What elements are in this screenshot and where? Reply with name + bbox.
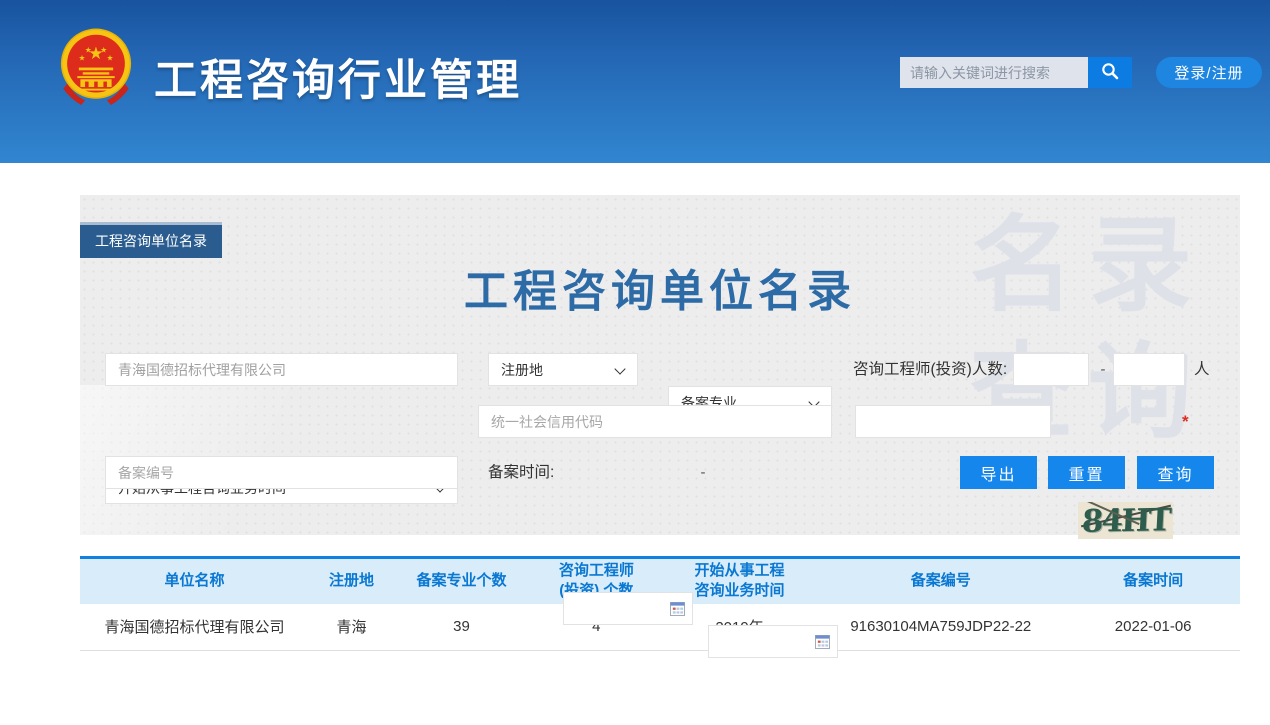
record-time-label: 备案时间: [488,456,554,489]
table-cell: 青海国德招标代理有限公司 [80,604,309,651]
column-header: 备案编号 [815,558,1066,604]
search-input[interactable] [900,57,1088,88]
column-header: 注册地 [309,558,394,604]
site-title: 工程咨询行业管理 [154,46,522,108]
table-cell: 2022-01-06 [1066,604,1240,651]
svg-text:★: ★ [85,46,92,55]
captcha-input[interactable] [855,405,1051,438]
national-emblem-icon: ★ ★ ★ ★ ★ [57,26,135,106]
reset-button[interactable]: 重置 [1048,456,1125,489]
page-title: 工程咨询单位名录 [80,255,1240,319]
record-time-start-picker [563,592,693,625]
column-header: 单位名称 [80,558,309,604]
range-separator: - [1096,353,1110,386]
engineer-count-max-input[interactable] [1113,353,1185,386]
people-unit-label: 人 [1194,353,1210,386]
export-button[interactable]: 导出 [960,456,1037,489]
credit-code-input[interactable] [478,405,832,438]
login-register-button[interactable]: 登录/注册 [1156,57,1262,88]
date-separator: - [697,456,709,489]
engineer-count-label: 咨询工程师(投资)人数: [853,353,1007,386]
company-name-input[interactable] [105,353,458,386]
region-select-wrap: 注册地 [488,353,638,386]
header-search [900,57,1088,88]
site-header: ★ ★ ★ ★ ★ 工程咨询行业管理 登录/注册 [0,0,1270,163]
directory-panel: 名录 查询 工程咨询单位名录 工程咨询单位名录 注册地 备案专业 咨询工程师(投… [80,195,1240,535]
record-time-end-picker [708,625,838,658]
region-select[interactable]: 注册地 [489,354,637,385]
query-button[interactable]: 查询 [1137,456,1214,489]
captcha-image[interactable]: 84HT [1078,502,1173,539]
column-header: 备案时间 [1066,558,1240,604]
table-cell: 青海 [309,604,394,651]
captcha-text: 84HT [1081,502,1170,539]
table-cell: 91630104MA759JDP22-22 [815,604,1066,651]
record-number-input[interactable] [105,456,458,489]
required-mark: * [1182,403,1189,440]
svg-text:★: ★ [78,54,85,63]
tab-consulting-unit-directory[interactable]: 工程咨询单位名录 [80,222,222,258]
search-button[interactable] [1088,57,1132,88]
svg-text:★: ★ [107,54,114,63]
table-cell: 39 [394,604,529,651]
column-header: 备案专业个数 [394,558,529,604]
search-icon [1100,61,1120,84]
engineer-count-min-input[interactable] [1013,353,1089,386]
